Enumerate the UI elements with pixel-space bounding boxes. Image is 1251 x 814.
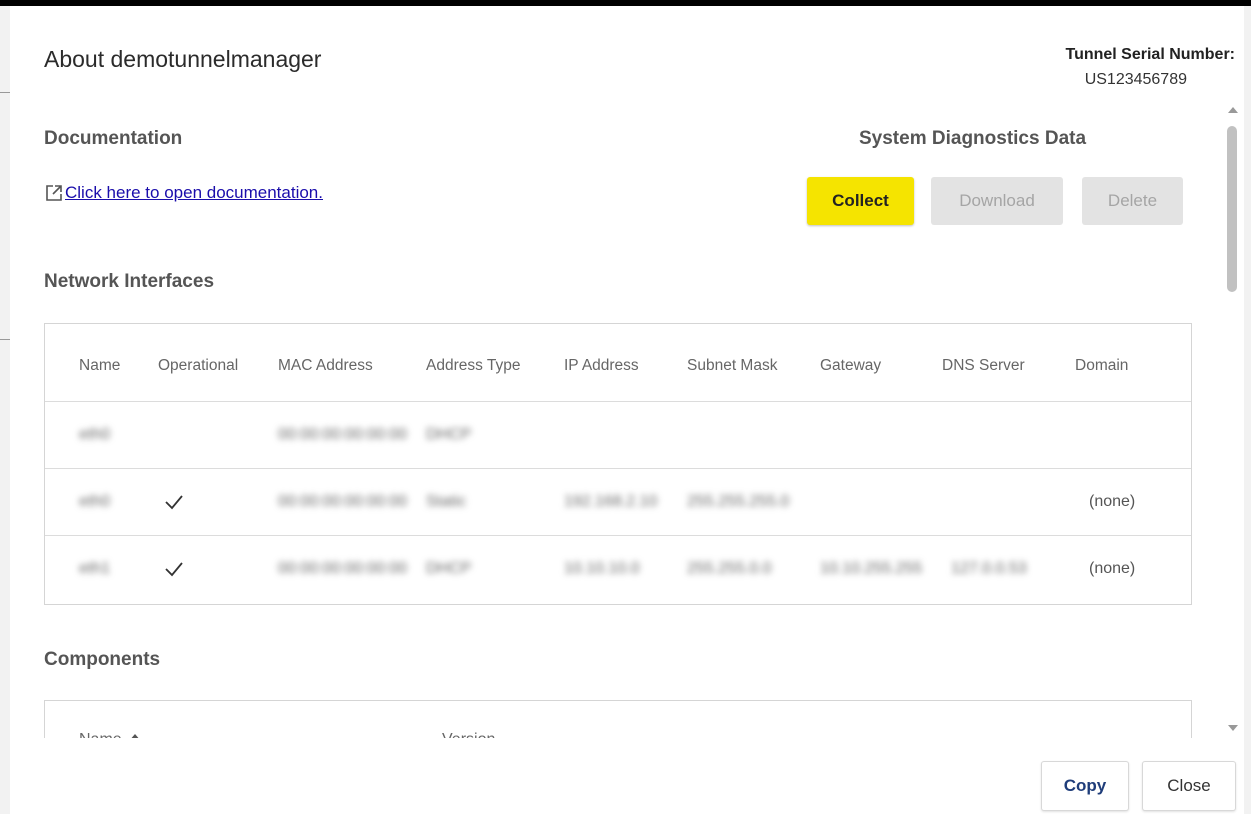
scroll-up-arrow-icon[interactable] — [1228, 107, 1238, 113]
ip-address: 10.10.10.0 — [564, 560, 640, 577]
domain: (none) — [1089, 493, 1136, 510]
address-type: DHCP — [426, 426, 472, 443]
column-header-gateway[interactable]: Gateway — [820, 332, 881, 399]
column-header-ip-address[interactable]: IP Address — [564, 332, 639, 399]
network-interfaces-heading: Network Interfaces — [44, 271, 215, 292]
column-header-operational[interactable]: Operational — [158, 332, 238, 399]
about-dialog: About demotunnelmanager Tunnel Serial Nu… — [10, 6, 1244, 814]
backdrop-right — [1244, 6, 1251, 814]
operational-check-icon — [164, 469, 184, 535]
components-heading: Components — [44, 649, 161, 670]
column-header-address-type[interactable]: Address Type — [426, 332, 521, 399]
download-button[interactable]: Download — [931, 177, 1063, 225]
delete-button[interactable]: Delete — [1082, 177, 1183, 225]
interface-name: eth1 — [79, 560, 111, 577]
dialog-footer: Copy Close — [10, 738, 1244, 814]
network-interfaces-table: Name Operational MAC Address Address Typ… — [44, 323, 1192, 605]
close-button[interactable]: Close — [1142, 761, 1236, 811]
documentation-heading: Documentation — [44, 128, 183, 149]
column-header-domain[interactable]: Domain — [1075, 332, 1128, 399]
column-header-name[interactable]: Name — [79, 332, 120, 399]
diagnostics-heading: System Diagnostics Data — [859, 128, 1087, 149]
scrollbar-thumb[interactable] — [1227, 126, 1237, 292]
subnet-mask: 255.255.0.0 — [687, 560, 772, 577]
mac-address: 00:00:00:00:00:00 — [278, 560, 408, 577]
collect-button[interactable]: Collect — [807, 177, 914, 225]
subnet-mask: 255.255.255.0 — [687, 493, 790, 510]
address-type: Static — [426, 493, 467, 510]
dns-server: 127.0.0.53 — [951, 560, 1027, 577]
ip-address: 192.168.2.10 — [564, 493, 658, 510]
serial-number-value: US123456789 — [1084, 71, 1187, 88]
table-row: eth0 00:00:00:00:00:00 DHCP — [45, 401, 1191, 468]
interface-name: eth0 — [79, 493, 111, 510]
column-header-mac-address[interactable]: MAC Address — [278, 332, 373, 399]
operational-check-icon — [164, 536, 184, 602]
external-link-icon — [46, 185, 62, 201]
table-row: eth0 00:00:00:00:00:00 Static 192.168.2.… — [45, 468, 1191, 535]
scroll-down-arrow-icon[interactable] — [1228, 725, 1238, 731]
copy-button[interactable]: Copy — [1041, 761, 1129, 811]
mac-address: 00:00:00:00:00:00 — [278, 426, 408, 443]
table-row: eth1 00:00:00:00:00:00 DHCP 10.10.10.0 2… — [45, 535, 1191, 602]
table-header-row: Name Operational MAC Address Address Typ… — [45, 332, 1191, 399]
documentation-link[interactable]: Click here to open documentation. — [65, 183, 323, 203]
vertical-scrollbar[interactable] — [1223, 101, 1244, 738]
dialog-title: About demotunnelmanager — [44, 46, 322, 72]
domain: (none) — [1089, 560, 1136, 577]
column-header-dns-server[interactable]: DNS Server — [942, 332, 1025, 399]
address-type: DHCP — [426, 560, 472, 577]
serial-number-label: Tunnel Serial Number: — [1065, 46, 1235, 63]
interface-name: eth0 — [79, 426, 111, 443]
mac-address: 00:00:00:00:00:00 — [278, 493, 408, 510]
column-header-subnet-mask[interactable]: Subnet Mask — [687, 332, 777, 399]
backdrop-left — [0, 6, 10, 814]
documentation-link-row: Click here to open documentation. — [45, 183, 323, 203]
gateway: 10.10.255.255 — [820, 560, 923, 577]
